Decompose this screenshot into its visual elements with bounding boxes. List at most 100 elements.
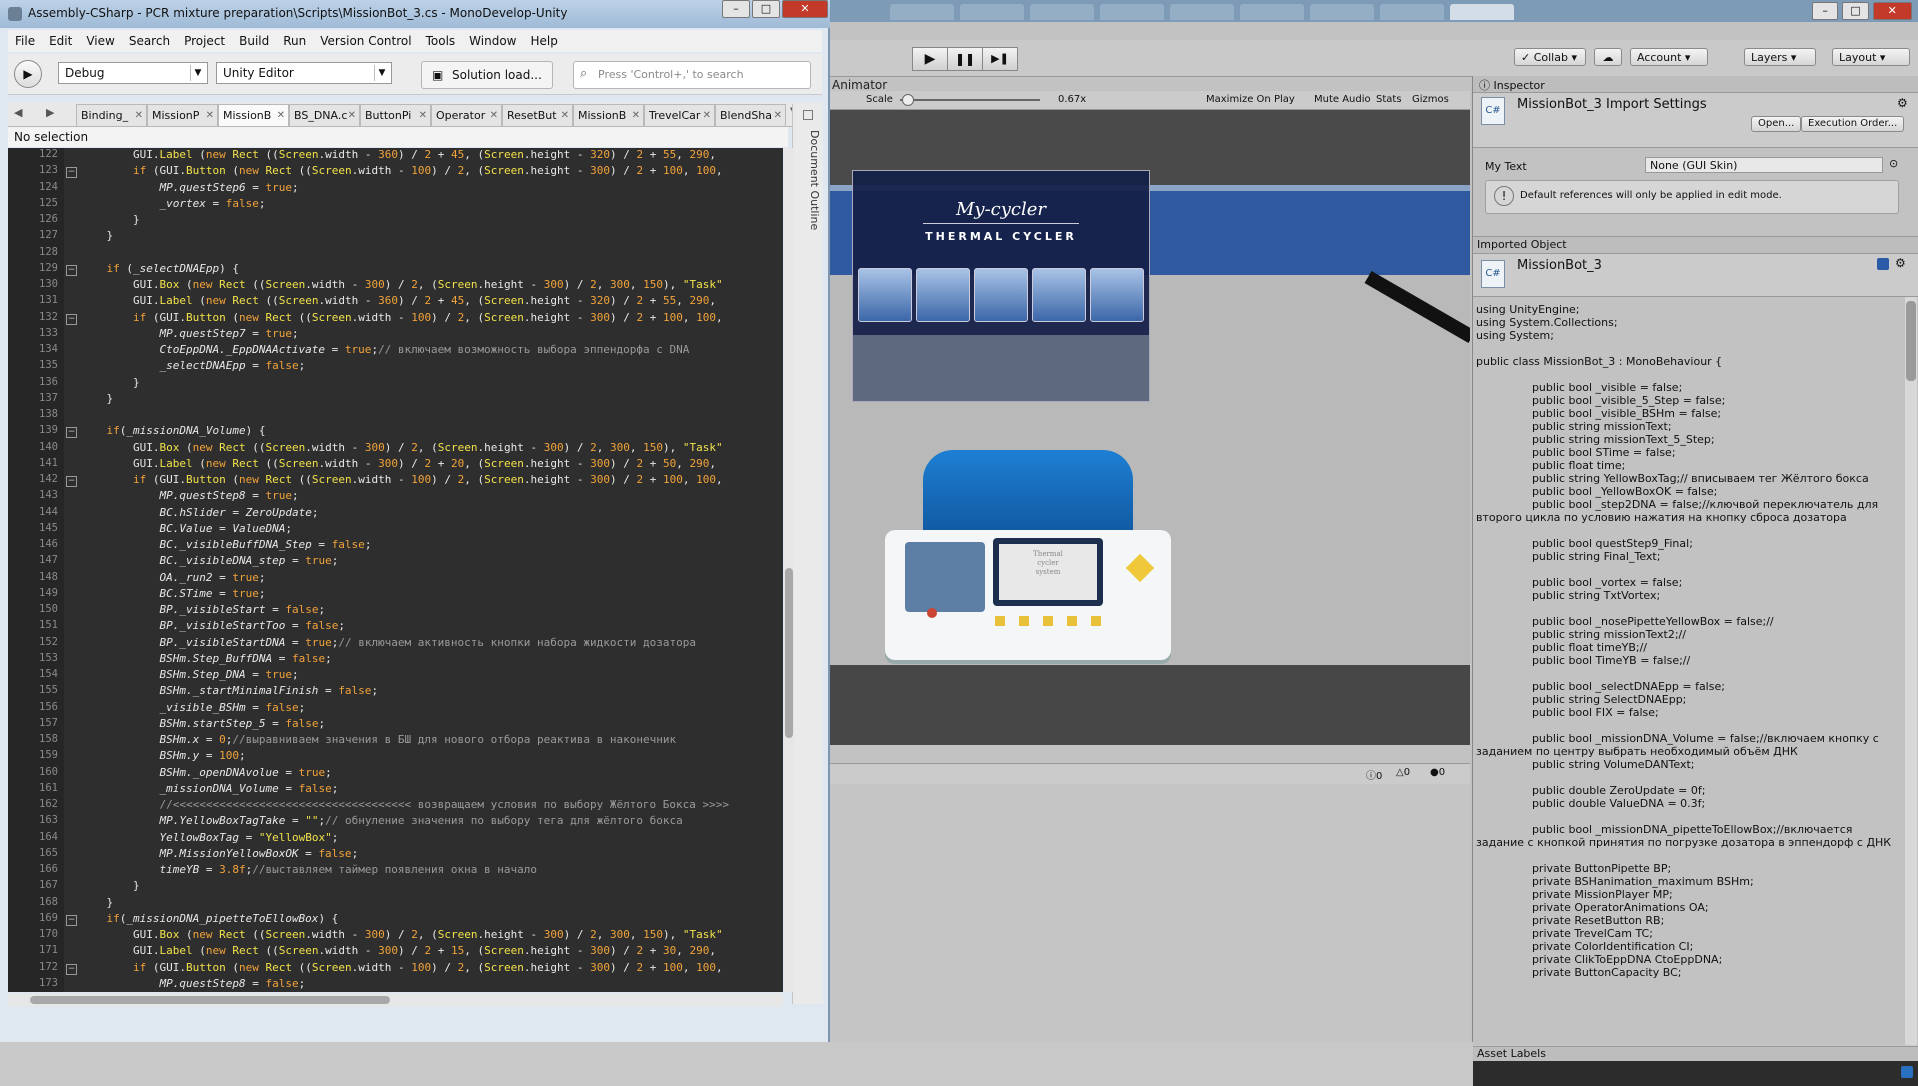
console-warning-count[interactable]: △0 [1396,767,1410,778]
slot-button-1[interactable] [858,268,912,322]
close-icon[interactable]: ✕ [277,105,285,126]
menu-help[interactable]: Help [523,30,564,52]
taskbar-tab[interactable] [1240,4,1304,20]
minimize-icon[interactable]: – [1812,2,1839,20]
config-combo[interactable]: Debug ▼ [58,62,208,84]
code-line[interactable]: //<<<<<<<<<<<<<<<<<<<<<<<<<<<<<<<<<<<< в… [80,798,729,811]
menu-view[interactable]: View [79,30,121,52]
close-icon[interactable]: ✕ [206,105,214,126]
code-line[interactable]: MP.questStep8 = true; [80,489,298,502]
slot-button-4[interactable] [1032,268,1086,322]
code-line[interactable]: BSHm.x = 0;//выравниваем значения в БШ д… [80,733,676,746]
close-icon[interactable]: ✕ [135,105,143,126]
step-button[interactable]: ▶❚ [982,47,1018,71]
code-line[interactable]: if(_missionDNA_Volume) { [80,424,266,437]
code-line[interactable]: if (GUI.Button (new Rect ((Screen.width … [80,164,723,177]
code-line[interactable]: if (GUI.Button (new Rect ((Screen.width … [80,961,723,974]
tab-nav-right-icon[interactable]: ▶ [46,106,54,119]
label-icon[interactable] [1901,1066,1913,1078]
game-view[interactable]: Thermal cycler system My-cycler THERMAL … [830,110,1470,745]
code-line[interactable]: GUI.Label (new Rect ((Screen.width - 360… [80,148,716,161]
console-error-count[interactable]: ●0 [1430,767,1445,778]
scale-slider-thumb[interactable] [902,94,914,106]
status-button[interactable]: ▣ Solution load... [421,61,553,89]
maximize-icon[interactable]: □ [752,0,780,18]
code-line[interactable]: MP.questStep8 = false; [80,977,305,990]
slot-button-2[interactable] [916,268,970,322]
preview-scrollbar-thumb[interactable] [1906,301,1916,381]
editor-hscroll-thumb[interactable] [30,996,390,1004]
code-editor[interactable]: 122 123 124 125 126 127 128 129 130 131 132 133 134 1… [8,148,783,992]
code-line[interactable]: } [80,879,140,892]
pause-button[interactable]: ❚❚ [947,47,983,71]
animator-tab[interactable]: Animator [832,78,887,92]
account-dropdown[interactable]: Account ▾ [1630,48,1708,66]
tab-resetbutton[interactable]: ResetBut ✕ [502,104,573,126]
console-info-count[interactable]: ⓘ0 [1366,767,1382,782]
close-icon[interactable]: ✕ [632,105,640,126]
code-line[interactable]: MP.MissionYellowBoxOK = false; [80,847,358,860]
maximize-icon[interactable]: □ [1842,2,1869,20]
menu-edit[interactable]: Edit [42,30,79,52]
close-icon[interactable]: ✕ [348,105,356,126]
code-line[interactable]: MP.YellowBoxTagTake = "";// обнуление зн… [80,814,682,827]
menu-file[interactable]: File [8,30,42,52]
code-line[interactable]: _visible_BSHm = false; [80,701,305,714]
tab-missionb[interactable]: MissionB ✕ [573,104,644,126]
tab-missionp[interactable]: MissionP ✕ [147,104,218,126]
editor-horizontal-scrollbar[interactable] [8,993,783,1007]
code-line[interactable]: if (GUI.Button (new Rect ((Screen.width … [80,311,723,324]
document-outline-pad[interactable]: Document Outline [792,104,823,1004]
slot-button-5[interactable] [1090,268,1144,322]
menu-project[interactable]: Project [177,30,232,52]
code-line[interactable]: _missionDNA_Volume = false; [80,782,338,795]
gizmos-dropdown[interactable]: Gizmos [1412,94,1449,105]
code-line[interactable]: BSHm._startMinimalFinish = false; [80,684,378,697]
code-line[interactable]: if(_missionDNA_pipetteToEllowBox) { [80,912,339,925]
code-line[interactable]: BSHm.Step_BuffDNA = false; [80,652,331,665]
code-line[interactable]: MP.questStep6 = true; [80,181,298,194]
run-button[interactable]: ▶ [14,60,42,88]
code-line[interactable]: BP._visibleStartToo = false; [80,619,344,632]
code-line[interactable]: BP._visibleStart = false; [80,603,325,616]
maximize-on-play-toggle[interactable]: Maximize On Play [1206,94,1295,105]
code-line[interactable]: if (_selectDNAEpp) { [80,262,239,275]
code-line[interactable]: if (GUI.Button (new Rect ((Screen.width … [80,473,723,486]
execution-order-button[interactable]: Execution Order... [1801,116,1905,132]
collab-button[interactable]: ✓ Collab ▾ [1514,48,1586,66]
layers-dropdown[interactable]: Layers ▾ [1744,48,1816,66]
close-icon[interactable]: ✕ [419,105,427,126]
tab-operator[interactable]: Operator ✕ [431,104,502,126]
code-line[interactable]: timeYB = 3.8f;//выставляем таймер появле… [80,863,537,876]
taskbar-tab[interactable] [1170,4,1234,20]
code-line[interactable]: } [80,229,113,242]
menu-run[interactable]: Run [276,30,313,52]
minimize-icon[interactable]: – [722,0,750,18]
fold-toggle-icon[interactable]: − [66,914,77,926]
code-line[interactable]: OA._run2 = true; [80,571,265,584]
code-line[interactable]: BC._visibleDNA_step = true; [80,554,338,567]
close-icon[interactable]: ✕ [1872,2,1912,20]
preview-scrollbar[interactable] [1905,297,1917,1045]
code-line[interactable]: BSHm._openDNAvolue = true; [80,766,331,779]
code-line[interactable]: } [80,896,113,909]
console-log-area[interactable] [830,784,1470,1042]
code-line[interactable]: GUI.Label (new Rect ((Screen.width - 300… [80,944,716,957]
menu-version-control[interactable]: Version Control [313,30,418,52]
gear-icon[interactable]: ⚙ [1895,256,1906,270]
close-icon[interactable]: ✕ [561,105,569,126]
target-combo[interactable]: Unity Editor ▼ [216,62,392,84]
mute-audio-toggle[interactable]: Mute Audio [1314,94,1371,105]
scale-slider[interactable] [900,99,1040,101]
code-line[interactable]: BC.hSlider = ZeroUpdate; [80,506,318,519]
code-line[interactable]: _vortex = false; [80,197,265,210]
tab-trevelcam[interactable]: TrevelCar ✕ [644,104,715,126]
code-line[interactable]: GUI.Box (new Rect ((Screen.width - 300) … [80,928,723,941]
code-line[interactable]: BP._visibleStartDNA = true;// включаем а… [80,636,695,649]
close-icon[interactable]: ✕ [490,105,498,126]
tab-nav-left-icon[interactable]: ◀ [14,106,22,119]
inspector-tab[interactable]: ⓘ Inspector [1479,77,1545,93]
taskbar-tab[interactable] [960,4,1024,20]
slot-button-3[interactable] [974,268,1028,322]
layout-dropdown[interactable]: Layout ▾ [1832,48,1910,66]
